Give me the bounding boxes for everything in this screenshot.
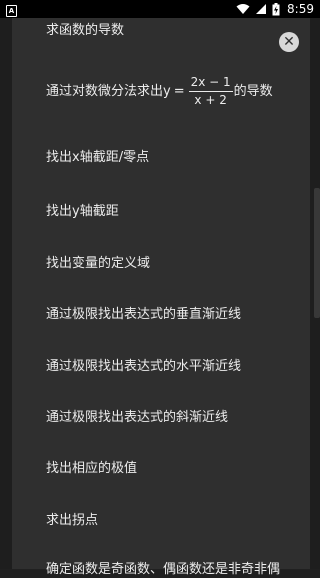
list-item-vertical-asymptote[interactable]: 通过极限找出表达式的垂直渐近线 bbox=[46, 307, 241, 323]
close-button[interactable]: ✕ bbox=[279, 32, 299, 52]
list-item-odd-even[interactable]: 确定函数是奇函数、偶函数还是非奇非偶 bbox=[46, 562, 280, 578]
status-icons: 8:59 bbox=[236, 0, 314, 18]
fraction-denominator: x + 2 bbox=[194, 93, 227, 107]
list-item-label: 确定函数是奇函数、偶函数还是非奇非偶 bbox=[46, 562, 281, 577]
list-item-inflection-points[interactable]: 求出拐点 bbox=[46, 513, 98, 529]
list-item-x-intercept[interactable]: 找出x轴截距/零点 bbox=[46, 150, 149, 166]
notification-a-icon: A bbox=[6, 5, 17, 17]
list-item-derivative[interactable]: 求函数的导数 bbox=[46, 23, 124, 39]
list-item-label: 通过对数微分法求出y bbox=[46, 83, 171, 99]
list-item-label: 通过极限找出表达式的垂直渐近线 bbox=[46, 307, 242, 322]
list-item-label: 求出拐点 bbox=[46, 513, 99, 528]
list-item-label: 找出y轴截距 bbox=[46, 204, 119, 219]
battery-charging-icon bbox=[272, 2, 280, 15]
list-item-label-suffix: 的导数 bbox=[233, 83, 273, 99]
list-item-horizontal-asymptote[interactable]: 通过极限找出表达式的水平渐近线 bbox=[46, 359, 241, 375]
signal-icon bbox=[256, 4, 267, 14]
scrollbar[interactable] bbox=[314, 188, 320, 318]
list-item-log-differentiation[interactable]: 通过对数微分法求出y = 2x − 1 x + 2 的导数 bbox=[46, 76, 273, 107]
clock: 8:59 bbox=[287, 2, 314, 16]
list-item-domain[interactable]: 找出变量的定义域 bbox=[46, 256, 150, 272]
list-item-label: 通过极限找出表达式的水平渐近线 bbox=[46, 359, 242, 374]
list-item-extrema[interactable]: 找出相应的极值 bbox=[46, 461, 137, 477]
fraction-numerator: 2x − 1 bbox=[188, 76, 233, 92]
status-bar: A 8:59 bbox=[0, 0, 320, 18]
equals-sign: = bbox=[173, 83, 185, 99]
list-item-label: 找出相应的极值 bbox=[46, 461, 138, 476]
list-item-label: 找出变量的定义域 bbox=[46, 256, 151, 271]
wifi-icon bbox=[236, 4, 250, 14]
list-item-label: 找出x轴截距/零点 bbox=[46, 150, 150, 165]
list-item-oblique-asymptote[interactable]: 通过极限找出表达式的斜渐近线 bbox=[46, 410, 228, 426]
list-item-label: 求函数的导数 bbox=[46, 23, 125, 38]
list-item-y-intercept[interactable]: 找出y轴截距 bbox=[46, 204, 119, 220]
close-icon: ✕ bbox=[283, 34, 295, 50]
fraction: 2x − 1 x + 2 bbox=[188, 76, 233, 107]
notification-area: A bbox=[6, 2, 17, 17]
list-item-label: 通过极限找出表达式的斜渐近线 bbox=[46, 410, 229, 425]
